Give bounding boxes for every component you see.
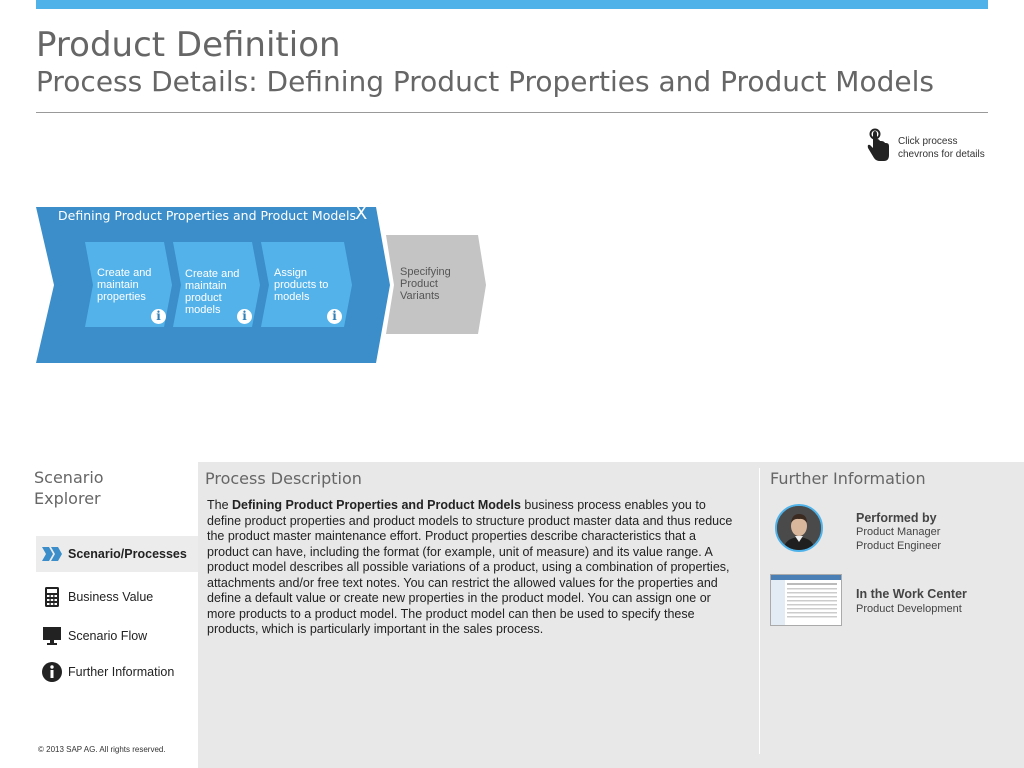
scenario-explorer-title: Scenario Explorer — [34, 468, 104, 508]
process-description-text: The Defining Product Properties and Prod… — [207, 498, 739, 638]
process-flow: Defining Product Properties and Product … — [0, 200, 500, 370]
page-subtitle: Process Details: Defining Product Proper… — [36, 65, 934, 98]
step-3-info-icon[interactable]: i — [327, 309, 342, 324]
calculator-icon — [45, 587, 59, 607]
page-title: Product Definition — [36, 25, 341, 65]
description-body: business process enables you to define p… — [207, 498, 733, 636]
step-label-3: Assign products to models — [274, 267, 329, 303]
step-1-info-icon[interactable]: i — [151, 309, 166, 324]
work-center-name: Product Development — [856, 603, 962, 615]
hint-text: Click process chevrons for details — [898, 136, 985, 160]
performed-by-heading: Performed by — [856, 511, 937, 525]
step-label-2: Create and maintain product models — [185, 268, 240, 316]
nav-label: Business Value — [68, 590, 154, 604]
description-intro: The — [207, 498, 233, 512]
header-divider — [36, 112, 988, 113]
chevrons-icon — [42, 547, 62, 561]
next-process-label: Specifying Product Variants — [400, 266, 451, 302]
panel-divider — [759, 468, 760, 754]
pointing-hand-icon — [867, 128, 889, 161]
close-process-button[interactable]: X — [355, 204, 367, 224]
performed-by-role: Product Manager — [856, 526, 941, 538]
nav-scenario-flow[interactable]: Scenario Flow — [36, 618, 198, 654]
description-panel: Process Description The Defining Product… — [198, 462, 1024, 768]
description-process-name: Defining Product Properties and Product … — [232, 498, 521, 512]
performed-by-role: Product Engineer — [856, 540, 941, 552]
process-description-title: Process Description — [205, 469, 362, 488]
copyright-text: © 2013 SAP AG. All rights reserved. — [38, 745, 166, 754]
process-title: Defining Product Properties and Product … — [58, 208, 356, 223]
scenario-explorer: Scenario Explorer Scenario/Processes Bus… — [0, 462, 198, 768]
person-avatar-icon — [775, 504, 823, 552]
work-center-heading: In the Work Center — [856, 587, 967, 601]
step-label-1: Create and maintain properties — [97, 267, 152, 303]
step-2-info-icon[interactable]: i — [237, 309, 252, 324]
info-icon — [42, 662, 62, 682]
nav-label: Scenario/Processes — [68, 547, 187, 561]
nav-scenario-processes[interactable]: Scenario/Processes — [36, 536, 198, 572]
nav-further-information[interactable]: Further Information — [36, 654, 198, 690]
nav-label: Further Information — [68, 665, 175, 679]
further-information-title: Further Information — [770, 469, 926, 488]
nav-label: Scenario Flow — [68, 629, 148, 643]
monitor-icon — [43, 627, 61, 645]
top-accent-bar — [36, 0, 988, 9]
work-center-screenshot-icon — [770, 574, 842, 626]
nav-business-value[interactable]: Business Value — [36, 579, 198, 615]
